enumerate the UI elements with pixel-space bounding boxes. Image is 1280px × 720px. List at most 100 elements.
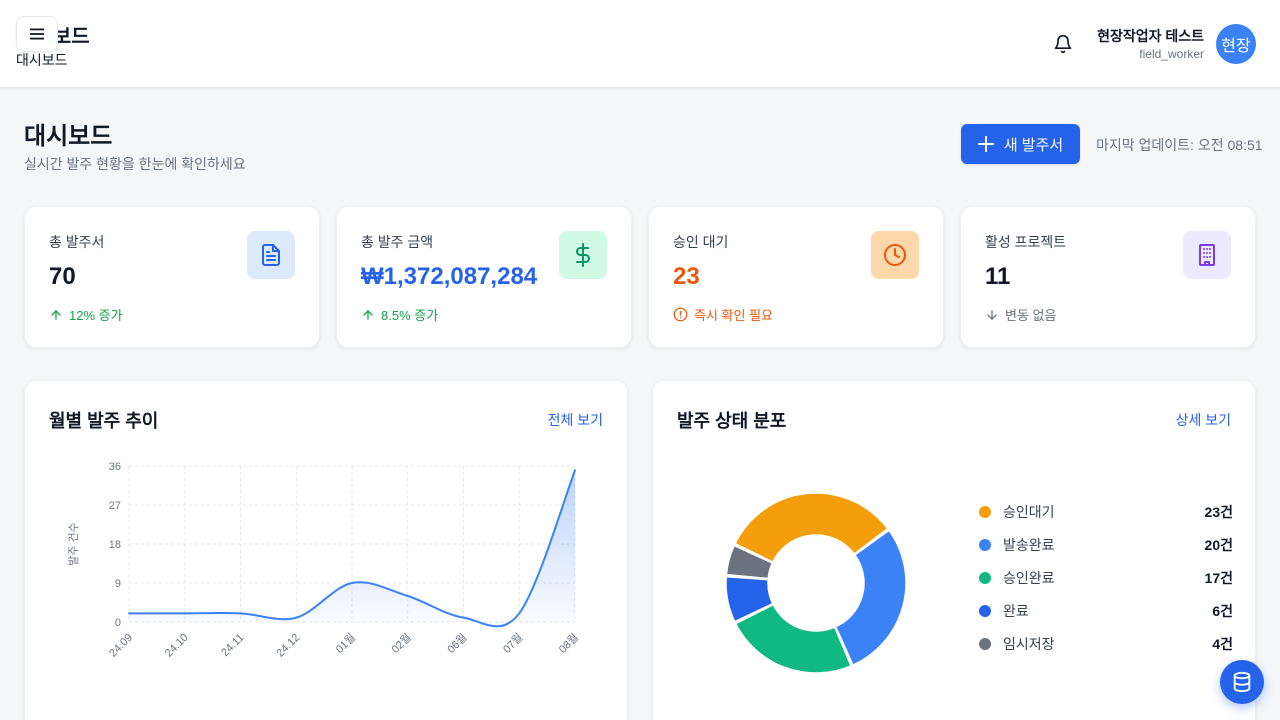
stat-value: ₩1,372,087,284: [361, 263, 538, 290]
line-chart: 0 9 18 27 36 24.09 24.10 24.11 24.12 01월 02월 06월 07월…: [67, 461, 581, 660]
new-order-label: 새 발주서: [1003, 136, 1064, 154]
x-tick-label: 08월: [556, 631, 581, 656]
legend-dot: [979, 605, 991, 617]
data-point: [295, 616, 298, 619]
legend-item: 임시저장 4건: [979, 634, 1233, 654]
stat-trend: 12% 증가: [49, 305, 123, 324]
legend-label: 완료: [1003, 603, 1029, 619]
status-distribution-panel: 발주 상태 분포 상세 보기 승인대기 23건 발송완료 20건 승인완료 17건 완료 6건…: [652, 380, 1256, 720]
legend-label: 승인대기: [1003, 504, 1055, 520]
series-area: [129, 470, 575, 627]
clock-icon: [884, 244, 906, 266]
y-tick-label: 27: [109, 500, 121, 512]
stat-trend-text: 즉시 확인 필요: [694, 308, 773, 323]
data-point: [183, 612, 186, 615]
data-point: [574, 469, 576, 472]
stat-card-pending[interactable]: 승인 대기 23 즉시 확인 필요: [648, 206, 944, 348]
x-tick-label: 07월: [500, 631, 525, 656]
stat-trend-text: 8.5% 증가: [381, 308, 439, 323]
stat-card-total-orders[interactable]: 총 발주서 70 12% 증가: [24, 206, 320, 348]
legend-count: 4건: [1212, 636, 1233, 652]
user-role: field_worker: [1139, 47, 1204, 61]
x-tick-label: 24.09: [107, 632, 135, 660]
legend-dot: [979, 539, 991, 551]
legend-item: 완료 6건: [979, 601, 1233, 621]
legend-label: 발송완료: [1003, 537, 1055, 553]
database-fab-button[interactable]: [1220, 660, 1264, 704]
data-point: [351, 582, 353, 584]
legend-dot: [979, 572, 991, 584]
legend-item: 승인대기 23건: [979, 502, 1233, 522]
stat-label: 총 발주서: [49, 234, 105, 250]
stat-trend: 변동 없음: [985, 305, 1056, 324]
stat-label: 승인 대기: [673, 234, 729, 250]
avatar[interactable]: 현장: [1216, 24, 1256, 64]
alert-circle-icon: [673, 307, 688, 322]
legend-count: 23건: [1204, 504, 1233, 520]
stat-label: 활성 프로젝트: [985, 234, 1067, 250]
stat-icon-box: [871, 231, 919, 279]
arrow-up-icon: [363, 309, 373, 320]
legend-item: 승인완료 17건: [979, 568, 1233, 588]
data-point: [518, 612, 521, 615]
user-name: 현장작업자 테스트: [1097, 28, 1204, 44]
legend-count: 6건: [1212, 603, 1233, 619]
legend-item: 발송완료 20건: [979, 535, 1233, 555]
stat-icon-box: [247, 231, 295, 279]
donut-slice: [834, 529, 907, 667]
header-breadcrumb: 대시보드: [16, 52, 68, 68]
dollar-icon: [576, 243, 590, 267]
building-icon: [1199, 244, 1215, 266]
menu-button[interactable]: [16, 16, 58, 52]
database-icon: [1233, 671, 1251, 693]
plus-icon: [977, 136, 994, 152]
x-tick-label: 02월: [389, 631, 414, 656]
x-tick-label: 06월: [445, 631, 470, 656]
legend-count: 20건: [1204, 537, 1233, 553]
legend-dot: [979, 638, 991, 650]
stat-trend-text: 12% 증가: [69, 308, 123, 323]
data-point: [462, 616, 465, 619]
data-point: [239, 612, 242, 615]
last-update: 마지막 업데이트: 오전 08:51: [1096, 137, 1263, 153]
stat-value: 11: [985, 263, 1011, 290]
x-tick-label: 01월: [333, 631, 358, 656]
document-icon: [262, 244, 280, 266]
monthly-trend-panel: 월별 발주 추이 전체 보기 0 9 18 27 36 24.09 24.10 24.11 24…: [24, 380, 628, 720]
stat-icon-box: [1183, 231, 1231, 279]
x-tick-label: 24.12: [274, 632, 302, 660]
legend-dot: [979, 506, 991, 518]
stat-trend: 즉시 확인 필요: [673, 305, 773, 324]
stat-trend-text: 변동 없음: [1005, 308, 1057, 323]
view-all-link[interactable]: 전체 보기: [548, 410, 603, 430]
stat-icon-box: [559, 231, 607, 279]
y-tick-label: 18: [109, 539, 121, 551]
y-tick-label: 9: [115, 578, 121, 590]
y-tick-label: 36: [109, 461, 121, 473]
data-point: [128, 612, 130, 615]
stat-label: 총 발주 금액: [361, 234, 434, 250]
stat-trend: 8.5% 증가: [361, 305, 438, 324]
legend-label: 임시저장: [1003, 636, 1055, 652]
hamburger-icon: [30, 28, 44, 40]
page-subtitle: 실시간 발주 현황을 한눈에 확인하세요: [24, 156, 246, 172]
bell-icon[interactable]: [1053, 34, 1073, 54]
legend-count: 17건: [1204, 570, 1233, 586]
stat-card-active-projects[interactable]: 활성 프로젝트 11 변동 없음: [960, 206, 1256, 348]
details-link[interactable]: 상세 보기: [1176, 410, 1231, 430]
new-order-button[interactable]: 새 발주서: [961, 124, 1080, 164]
arrow-down-icon: [987, 309, 997, 320]
y-axis-label: 발주 건수: [67, 522, 80, 566]
stat-card-total-amount[interactable]: 총 발주 금액 ₩1,372,087,284 8.5% 증가: [336, 206, 632, 348]
donut-slice: [734, 603, 853, 674]
panel-title: 월별 발주 추이: [49, 411, 159, 431]
stat-value: 70: [49, 263, 76, 290]
arrow-up-icon: [51, 309, 61, 320]
page-title: 대시보드: [24, 123, 113, 150]
x-tick-label: 24.11: [219, 632, 246, 659]
x-tick-label: 24.10: [163, 632, 191, 660]
stat-value: 23: [673, 263, 700, 290]
data-point: [406, 595, 409, 597]
legend-label: 승인완료: [1003, 570, 1055, 586]
donut-chart: [725, 492, 907, 674]
